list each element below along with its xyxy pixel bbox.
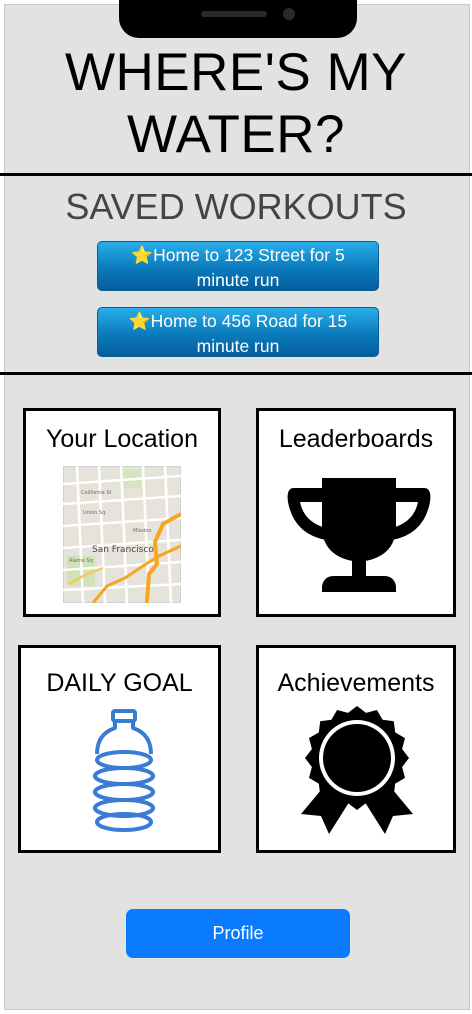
svg-text:Alamo Sq: Alamo Sq <box>69 558 93 564</box>
svg-text:Mission: Mission <box>133 528 152 534</box>
saved-workout-button-2[interactable]: ⭐Home to 456 Road for 15 minute run <box>97 307 379 357</box>
map-city-label: San Francisco <box>92 545 154 555</box>
saved-workouts-title: SAVED WORKOUTS <box>65 186 407 227</box>
daily-goal-tile-label: DAILY GOAL <box>46 669 193 697</box>
map-icon: California St Union Sq Mission Alamo Sq … <box>63 466 181 603</box>
workouts-divider <box>0 372 472 375</box>
leaderboards-tile[interactable]: Leaderboards <box>256 408 456 617</box>
saved-workout-button-1[interactable]: ⭐Home to 123 Street for 5 minute run <box>97 241 379 291</box>
app-title: WHERE'S MY WATER? <box>0 42 472 166</box>
trophy-icon <box>287 478 431 592</box>
saved-workout-label-1-line1: ⭐Home to 123 Street for 5 <box>131 245 345 265</box>
speaker-grille <box>201 11 267 17</box>
daily-goal-tile[interactable]: DAILY GOAL <box>18 645 221 853</box>
saved-workout-label-2-line2: minute run <box>196 336 280 356</box>
app-title-line1: WHERE'S MY <box>65 43 407 102</box>
camera-icon <box>283 8 295 20</box>
svg-text:California St: California St <box>81 490 112 496</box>
svg-text:Union Sq: Union Sq <box>83 510 105 516</box>
leaderboards-tile-label: Leaderboards <box>278 425 434 453</box>
saved-workout-label-2-line1: ⭐Home to 456 Road for 15 <box>128 311 348 331</box>
achievements-tile-label: Achievements <box>277 669 435 697</box>
location-tile-label: Your Location <box>46 425 198 453</box>
award-ribbon-icon <box>301 706 413 834</box>
saved-workout-label-1-line2: minute run <box>196 270 280 290</box>
header-divider <box>0 173 472 176</box>
phone-notch <box>119 0 357 38</box>
achievements-tile[interactable]: Achievements <box>256 645 456 853</box>
profile-button[interactable]: Profile <box>126 909 350 958</box>
app-title-line2: WATER? <box>127 105 345 164</box>
water-bottle-icon <box>93 709 155 832</box>
location-tile[interactable]: Your Location California St Union Sq Mis… <box>23 408 221 617</box>
